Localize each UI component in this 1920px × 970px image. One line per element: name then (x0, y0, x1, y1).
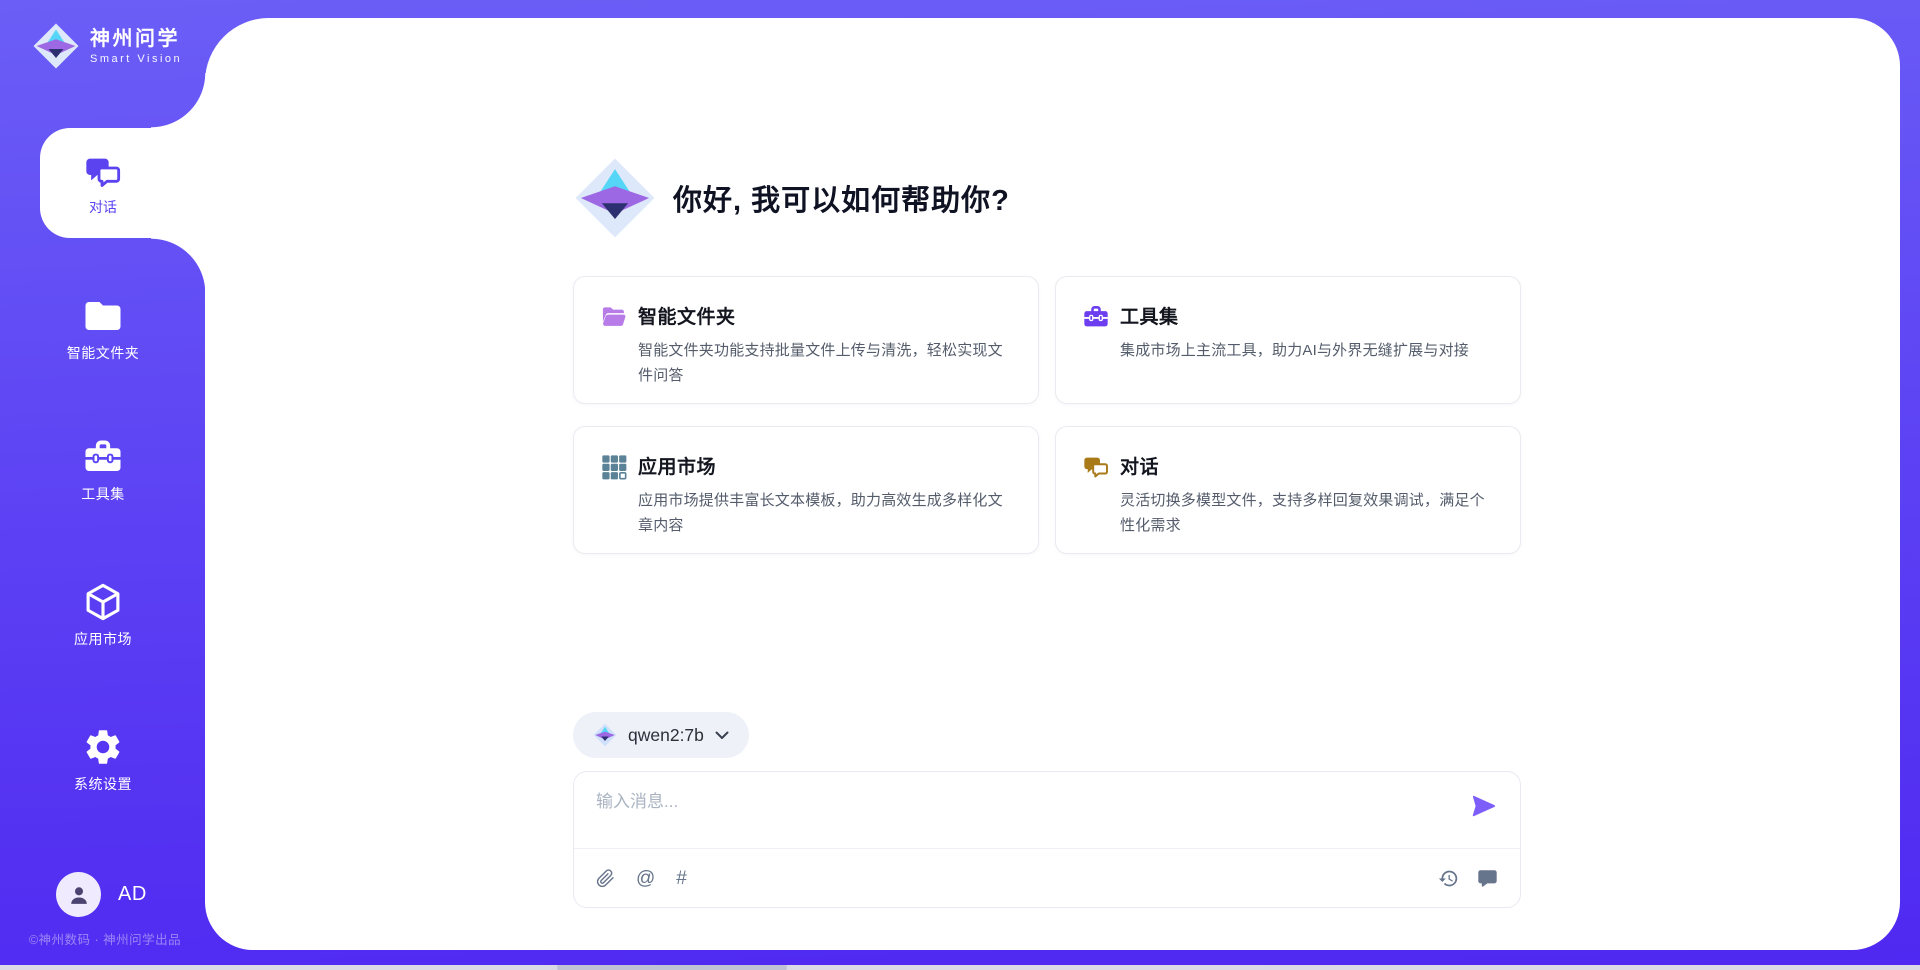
message-input[interactable] (594, 785, 1448, 845)
brand-logo: 神州问学 Smart Vision (32, 22, 182, 70)
gear-icon (82, 726, 124, 768)
person-icon (66, 882, 92, 908)
message-composer: @ # (573, 771, 1521, 908)
briefcase-icon (1082, 303, 1110, 331)
feature-card-chat[interactable]: 对话 灵活切换多模型文件，支持多样回复效果调试，满足个性化需求 (1055, 426, 1521, 554)
chat-history-button[interactable] (1477, 868, 1498, 889)
toolbox-icon (82, 436, 124, 478)
history-button[interactable] (1438, 868, 1459, 889)
sidebar-item-toolset[interactable]: 工具集 (0, 436, 206, 501)
greeting-block: 你好, 我可以如何帮助你? (573, 156, 1010, 240)
sidebar-item-label: 应用市场 (74, 632, 132, 646)
greeting-title: 你好, 我可以如何帮助你? (673, 177, 1010, 219)
feature-card-description: 灵活切换多模型文件，支持多样回复效果调试，满足个性化需求 (1120, 488, 1490, 538)
sidebar-item-label: 系统设置 (74, 777, 132, 791)
scrollbar-thumb[interactable] (557, 965, 787, 970)
paperclip-icon (596, 869, 615, 888)
feature-card-title: 对话 (1120, 452, 1490, 479)
feature-card-app-market[interactable]: 应用市场 应用市场提供丰富长文本模板，助力高效生成多样化文章内容 (573, 426, 1039, 554)
tab-fillet-top (151, 73, 206, 128)
cube-icon (82, 581, 124, 623)
send-icon (1470, 792, 1498, 820)
user-profile[interactable]: AD (56, 872, 147, 917)
chevron-down-icon (715, 731, 729, 740)
copyright-text: ©神州数码 · 神州问学出品 (0, 929, 210, 948)
app-grid-icon (600, 453, 628, 481)
feature-card-description: 应用市场提供丰富长文本模板，助力高效生成多样化文章内容 (638, 488, 1008, 538)
toolbar-right-group (1438, 868, 1498, 889)
brand-name: 神州问学 (90, 28, 182, 50)
brand-subtitle: Smart Vision (90, 53, 182, 65)
feature-card-title: 工具集 (1120, 302, 1490, 329)
avatar (56, 872, 101, 917)
composer-divider (574, 848, 1520, 849)
chat-icon (83, 152, 123, 192)
chat-icon (1082, 453, 1110, 481)
sidebar-item-label: 对话 (89, 200, 117, 214)
toolbar-left-group: @ # (596, 869, 687, 888)
horizontal-scrollbar[interactable] (0, 965, 1920, 970)
model-diamond-icon (593, 723, 617, 747)
feature-card-description: 集成市场上主流工具，助力AI与外界无缝扩展与对接 (1120, 338, 1490, 363)
tab-fillet-bottom (151, 238, 206, 293)
sidebar-item-smart-folder[interactable]: 智能文件夹 (0, 295, 206, 360)
folder-icon (82, 295, 124, 337)
chat-square-icon (1477, 868, 1498, 889)
model-name: qwen2:7b (628, 725, 704, 746)
sidebar-item-app-market[interactable]: 应用市场 (0, 581, 206, 646)
user-initials: AD (118, 883, 147, 906)
feature-card-title: 智能文件夹 (638, 302, 1008, 329)
mention-icon[interactable]: @ (636, 869, 655, 888)
feature-card-toolset[interactable]: 工具集 集成市场上主流工具，助力AI与外界无缝扩展与对接 (1055, 276, 1521, 404)
feature-card-smart-folder[interactable]: 智能文件夹 智能文件夹功能支持批量文件上传与清洗，轻松实现文件问答 (573, 276, 1039, 404)
brand-diamond-icon (32, 22, 80, 70)
assistant-diamond-icon (573, 156, 657, 240)
feature-card-description: 智能文件夹功能支持批量文件上传与清洗，轻松实现文件问答 (638, 338, 1008, 388)
folder-open-icon (600, 303, 628, 331)
sidebar-item-label: 工具集 (81, 487, 125, 501)
sidebar-item-label: 智能文件夹 (67, 346, 140, 360)
feature-card-title: 应用市场 (638, 452, 1008, 479)
app-window: 神州问学 Smart Vision 对话 智能文件夹 工具集 (0, 0, 1920, 970)
model-selector[interactable]: qwen2:7b (573, 712, 749, 758)
history-icon (1438, 868, 1459, 889)
attach-file-button[interactable] (596, 869, 615, 888)
sidebar-item-chat[interactable]: 对话 (40, 128, 206, 238)
hashtag-icon[interactable]: # (676, 869, 687, 888)
main-content-layer: 你好, 我可以如何帮助你? 智能文件夹 智能文件夹功能支持批量文件上传与清洗，轻… (205, 18, 1900, 950)
composer-toolbar: @ # (596, 860, 1498, 896)
sidebar-item-settings[interactable]: 系统设置 (0, 726, 206, 791)
send-button[interactable] (1470, 792, 1498, 820)
feature-card-grid: 智能文件夹 智能文件夹功能支持批量文件上传与清洗，轻松实现文件问答 工具集 集成… (573, 276, 1521, 554)
